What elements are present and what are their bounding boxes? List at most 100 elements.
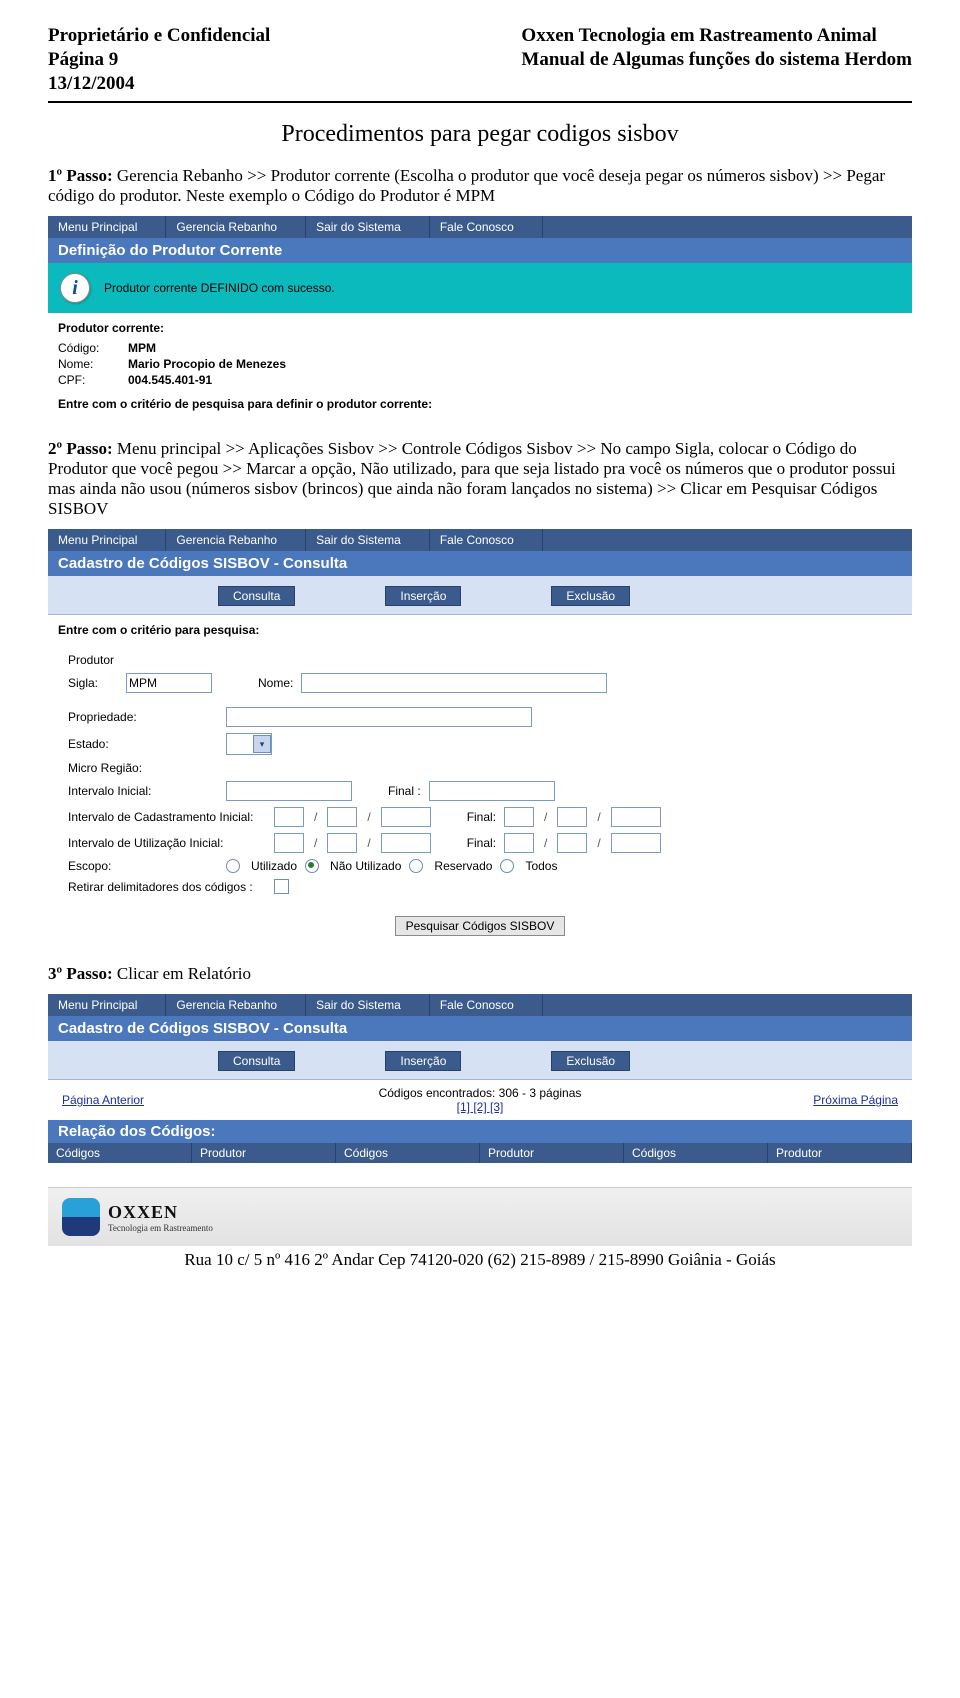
screenshot-1: Menu Principal Gerencia Rebanho Sair do … xyxy=(48,216,912,421)
footer-address: Rua 10 c/ 5 nº 416 2º Andar Cep 74120-02… xyxy=(48,1246,912,1278)
titlebar-2: Cadastro de Códigos SISBOV - Consulta xyxy=(48,551,912,576)
page-links[interactable]: [1] [2] [3] xyxy=(457,1100,504,1114)
menu-sair-3[interactable]: Sair do Sistema xyxy=(306,994,430,1016)
tab-consulta[interactable]: Consulta xyxy=(218,586,295,606)
tab-consulta-3[interactable]: Consulta xyxy=(218,1051,295,1071)
menu-principal[interactable]: Menu Principal xyxy=(48,216,166,238)
col-produtor-3: Produtor xyxy=(768,1143,912,1163)
passo2: 2º Passo: Menu principal >> Aplicações S… xyxy=(48,439,912,519)
header-confidential: Proprietário e Confidencial xyxy=(48,24,270,48)
menubar-3: Menu Principal Gerencia Rebanho Sair do … xyxy=(48,994,912,1016)
success-msg: Produtor corrente DEFINIDO com sucesso. xyxy=(104,281,335,295)
doc-title: Procedimentos para pegar codigos sisbov xyxy=(48,121,912,148)
intervalo-final-input[interactable] xyxy=(429,781,555,801)
util-inicial-label: Intervalo de Utilização Inicial: xyxy=(68,836,266,850)
menu-principal-3[interactable]: Menu Principal xyxy=(48,994,166,1016)
passo1: 1º Passo: Gerencia Rebanho >> Produtor c… xyxy=(48,166,912,206)
header-company: Oxxen Tecnologia em Rastreamento Animal xyxy=(521,24,912,48)
screenshot-2: Menu Principal Gerencia Rebanho Sair do … xyxy=(48,529,912,946)
propriedade-input[interactable] xyxy=(226,707,532,727)
column-headers: Códigos Produtor Códigos Produtor Código… xyxy=(48,1143,912,1163)
col-codigos-2: Códigos xyxy=(336,1143,480,1163)
escopo-label: Escopo: xyxy=(68,859,218,873)
radio-utilizado[interactable] xyxy=(226,859,240,873)
produtor-label: Produtor xyxy=(68,653,218,667)
sigla-input[interactable] xyxy=(126,673,212,693)
col-produtor-1: Produtor xyxy=(192,1143,336,1163)
header-page: Página 9 xyxy=(48,48,270,72)
tabbar-3: Consulta Inserção Exclusão xyxy=(48,1041,912,1080)
nome-label: Nome: xyxy=(58,357,128,371)
menu-fale-conosco-2[interactable]: Fale Conosco xyxy=(430,529,543,551)
nome-label-2: Nome: xyxy=(258,676,293,690)
menu-principal-2[interactable]: Menu Principal xyxy=(48,529,166,551)
passo1-lead: 1º Passo: xyxy=(48,166,113,185)
util-ini-y[interactable] xyxy=(381,833,431,853)
cad-fin-y[interactable] xyxy=(611,807,661,827)
estado-select[interactable]: ▾ xyxy=(226,733,272,755)
menu-sair[interactable]: Sair do Sistema xyxy=(306,216,430,238)
retirar-checkbox[interactable] xyxy=(274,879,289,894)
tab-insercao-3[interactable]: Inserção xyxy=(385,1051,461,1071)
cad-fin-d[interactable] xyxy=(504,807,534,827)
propriedade-label: Propriedade: xyxy=(68,710,218,724)
passo2-text: Menu principal >> Aplicações Sisbov >> C… xyxy=(48,439,896,518)
passo3-lead: 3º Passo: xyxy=(48,964,113,983)
prev-page-link[interactable]: Página Anterior xyxy=(62,1093,144,1107)
tabbar-2: Consulta Inserção Exclusão xyxy=(48,576,912,615)
cad-final-label: Final: xyxy=(467,810,496,824)
tab-exclusao-3[interactable]: Exclusão xyxy=(551,1051,630,1071)
cpf-label: CPF: xyxy=(58,373,128,387)
nome-value: Mario Procopio de Menezes xyxy=(128,357,286,371)
sigla-label: Sigla: xyxy=(68,676,118,690)
codigo-value: MPM xyxy=(128,341,156,355)
menu-gerencia-rebanho-2[interactable]: Gerencia Rebanho xyxy=(166,529,306,551)
next-page-link[interactable]: Próxima Página xyxy=(813,1093,898,1107)
intervalo-final-label: Final : xyxy=(388,784,421,798)
menu-gerencia-rebanho[interactable]: Gerencia Rebanho xyxy=(166,216,306,238)
pager: Página Anterior Códigos encontrados: 306… xyxy=(48,1080,912,1120)
util-ini-m[interactable] xyxy=(327,833,357,853)
nome-input[interactable] xyxy=(301,673,607,693)
info-icon: i xyxy=(60,273,90,303)
menubar-2: Menu Principal Gerencia Rebanho Sair do … xyxy=(48,529,912,551)
codigos-count: Códigos encontrados: 306 - 3 páginas xyxy=(379,1086,582,1100)
cad-fin-m[interactable] xyxy=(557,807,587,827)
passo3: 3º Passo: Clicar em Relatório xyxy=(48,964,912,984)
header-divider xyxy=(48,101,912,103)
util-fin-d[interactable] xyxy=(504,833,534,853)
menu-gerencia-rebanho-3[interactable]: Gerencia Rebanho xyxy=(166,994,306,1016)
util-fin-y[interactable] xyxy=(611,833,661,853)
doc-header: Proprietário e Confidencial Página 9 13/… xyxy=(48,24,912,95)
titlebar-3: Cadastro de Códigos SISBOV - Consulta xyxy=(48,1016,912,1041)
radio-nao-utilizado[interactable] xyxy=(305,859,319,873)
cad-ini-y[interactable] xyxy=(381,807,431,827)
util-fin-m[interactable] xyxy=(557,833,587,853)
util-ini-d[interactable] xyxy=(274,833,304,853)
titlebar-1: Definição do Produtor Corrente xyxy=(48,238,912,263)
cad-ini-d[interactable] xyxy=(274,807,304,827)
header-manual: Manual de Algumas funções do sistema Her… xyxy=(521,48,912,72)
tab-exclusao[interactable]: Exclusão xyxy=(551,586,630,606)
intervalo-inicial-input[interactable] xyxy=(226,781,352,801)
menu-fale-conosco-3[interactable]: Fale Conosco xyxy=(430,994,543,1016)
pesquisar-button[interactable]: Pesquisar Códigos SISBOV xyxy=(395,916,566,936)
opt-nao-utilizado: Não Utilizado xyxy=(330,859,401,873)
logo-name: OXXEN xyxy=(108,1202,213,1223)
estado-label: Estado: xyxy=(68,737,218,751)
tab-insercao[interactable]: Inserção xyxy=(385,586,461,606)
menubar-1: Menu Principal Gerencia Rebanho Sair do … xyxy=(48,216,912,238)
criteria-head: Entre com o critério para pesquisa: xyxy=(48,615,912,643)
produtor-corrente-label: Produtor corrente: xyxy=(58,321,902,335)
col-produtor-2: Produtor xyxy=(480,1143,624,1163)
radio-todos[interactable] xyxy=(500,859,514,873)
header-date: 13/12/2004 xyxy=(48,72,270,96)
oxxen-logo: OXXEN Tecnologia em Rastreamento xyxy=(62,1198,213,1236)
chevron-down-icon: ▾ xyxy=(253,735,271,753)
micro-regiao-label: Micro Região: xyxy=(68,761,218,775)
cad-ini-m[interactable] xyxy=(327,807,357,827)
passo1-text: Gerencia Rebanho >> Produtor corrente (E… xyxy=(48,166,885,205)
radio-reservado[interactable] xyxy=(409,859,423,873)
menu-fale-conosco[interactable]: Fale Conosco xyxy=(430,216,543,238)
menu-sair-2[interactable]: Sair do Sistema xyxy=(306,529,430,551)
